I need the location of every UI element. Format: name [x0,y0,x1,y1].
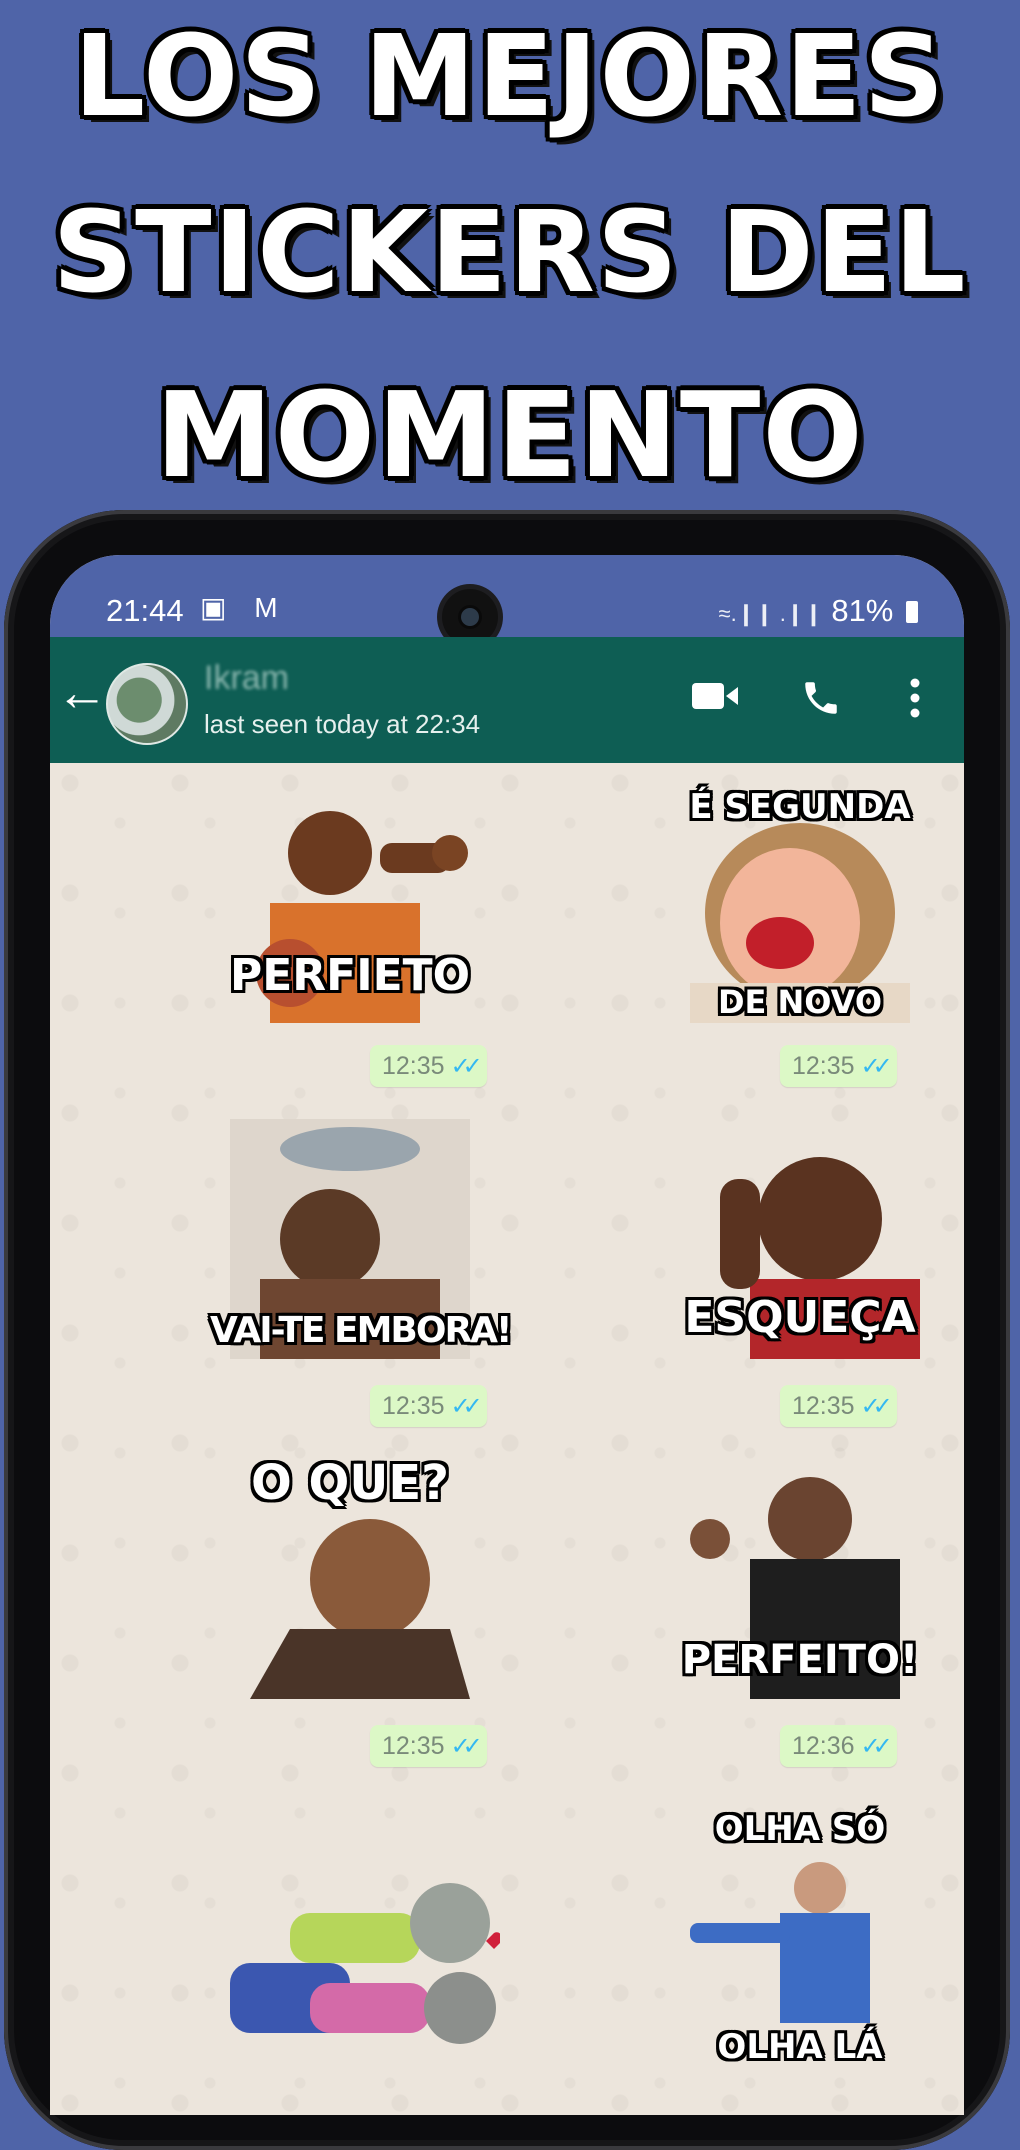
sticker-o-que[interactable]: O QUE? [230,1455,470,1699]
message-timestamp: 12:35 ✓✓ [370,1045,487,1087]
message-timestamp: 12:35 ✓✓ [780,1045,897,1087]
message-timestamp: 12:35 ✓✓ [370,1385,487,1427]
sticker-caption: PERFIETO [229,950,471,1001]
avatar[interactable] [106,663,188,745]
read-receipt-icon: ✓✓ [450,1393,483,1420]
message-timestamp: 12:35 ✓✓ [780,1385,897,1427]
sticker-image [230,1883,500,2044]
sticker-couple[interactable] [230,1833,500,2073]
sticker-image [690,1862,870,2023]
battery-percent: 81% [831,593,894,628]
phone-call-icon[interactable] [800,677,842,719]
notification-icons: ▣ M [200,592,288,623]
chat-area[interactable]: PERFIETO 12:35 ✓✓ É SEGUNDA DE NOVO 12:35… [50,763,964,2115]
last-seen-status: last seen today at 22:34 [204,709,481,739]
headline-line-2: STICKERS DEL [52,188,968,318]
chat-header: ← Ikram last seen today at 22:34 [50,637,964,763]
sticker-perfieto[interactable]: PERFIETO [230,783,470,1023]
sticker-caption: O QUE? [251,1455,449,1511]
headline-line-1: LOS MEJORES [73,12,947,142]
video-call-icon[interactable] [692,681,740,711]
status-right: ≈.❙❙ .❙❙ 81% [719,593,918,629]
battery-icon [906,601,918,623]
sticker-esqueca[interactable]: ESQUEÇA [680,1119,920,1359]
timestamp-text: 12:35 [792,1052,855,1080]
status-bar: 21:44 ▣ M ≈.❙❙ .❙❙ 81% [50,555,964,645]
sticker-e-segunda[interactable]: É SEGUNDA DE NOVO [680,783,920,1023]
signal-icon: ≈.❙❙ .❙❙ [718,601,823,626]
timestamp-text: 12:35 [792,1392,855,1420]
read-receipt-icon: ✓✓ [860,1733,893,1760]
message-timestamp: 12:35 ✓✓ [370,1725,487,1767]
sticker-bottom-caption: DE NOVO [717,983,883,1021]
sticker-bottom-caption: OLHA LÁ [717,2027,883,2067]
read-receipt-icon: ✓✓ [860,1053,893,1080]
sticker-caption: ESQUEÇA [684,1292,916,1343]
sticker-olha-so[interactable]: OLHA SÓ OLHA LÁ [680,1809,920,2067]
sticker-top-caption: É SEGUNDA [689,787,911,827]
phone-screen: 21:44 ▣ M ≈.❙❙ .❙❙ 81% ← Ikram last seen… [50,555,964,2115]
contact-name[interactable]: Ikram [204,659,289,698]
timestamp-text: 12:35 [382,1392,445,1420]
timestamp-text: 12:35 [382,1732,445,1760]
read-receipt-icon: ✓✓ [860,1393,893,1420]
timestamp-text: 12:35 [382,1052,445,1080]
back-arrow-icon[interactable]: ← [56,667,108,719]
sticker-perfeito[interactable]: PERFEITO! [680,1459,920,1699]
sticker-vai-te-embora[interactable]: VAI-TE EMBORA! [210,1119,512,1359]
sticker-top-caption: OLHA SÓ [714,1809,886,1849]
status-time: 21:44 [106,593,184,628]
message-timestamp: 12:36 ✓✓ [780,1725,897,1767]
sticker-caption: PERFEITO! [681,1637,919,1683]
timestamp-text: 12:36 [792,1732,855,1760]
sticker-caption: VAI-TE EMBORA! [210,1310,512,1351]
more-options-icon[interactable] [908,677,922,719]
read-receipt-icon: ✓✓ [450,1053,483,1080]
headline-line-3: MOMENTO [155,366,865,504]
read-receipt-icon: ✓✓ [450,1733,483,1760]
